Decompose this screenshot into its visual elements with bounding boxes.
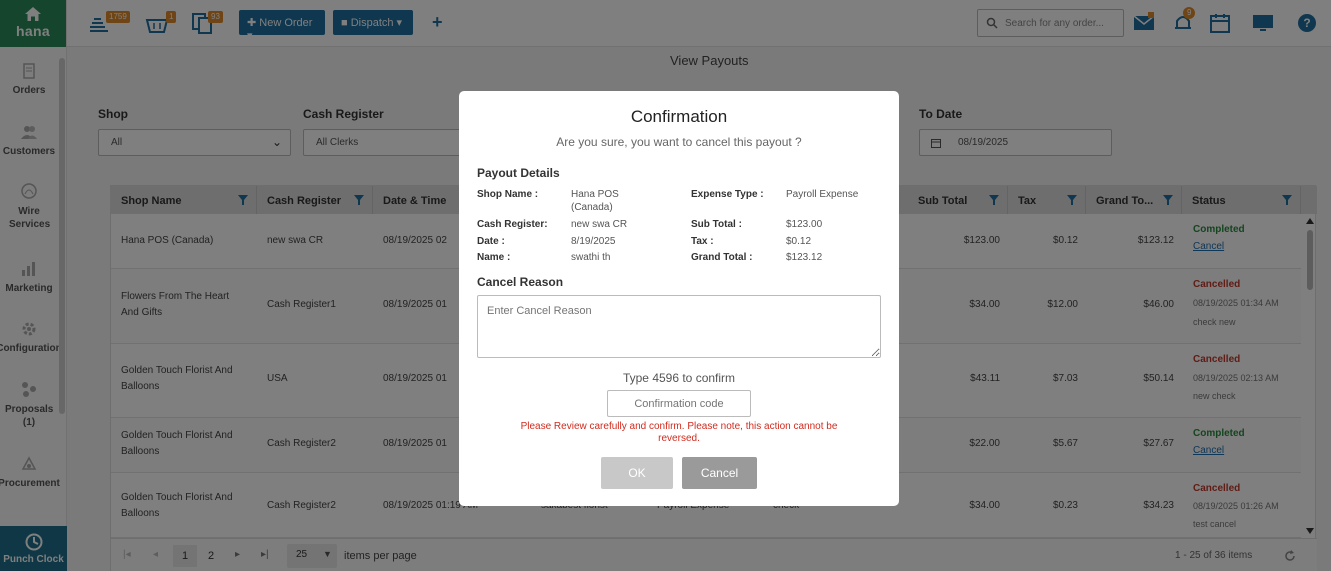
shop-name-label: Shop Name : [477, 189, 539, 200]
expense-type-value: Payroll Expense [786, 189, 859, 200]
date-value: 8/19/2025 [571, 236, 616, 247]
name-value: swathi th [571, 252, 611, 263]
sub-total-value: $123.00 [786, 219, 823, 230]
warning-text: Please Review carefully and confirm. Ple… [520, 421, 838, 444]
ok-button[interactable]: OK [601, 457, 673, 489]
sub-total-label: Sub Total : [691, 219, 742, 230]
confirm-prompt: Type 4596 to confirm [622, 371, 736, 385]
cancel-button[interactable]: Cancel [682, 457, 757, 489]
name-label: Name : [477, 252, 511, 263]
register-value: new swa CR [571, 219, 628, 230]
tax-label: Tax : [691, 236, 714, 247]
expense-type-label: Expense Type : [691, 189, 764, 200]
shop-name-value: Hana POS (Canada) [571, 189, 619, 213]
confirmation-dialog: Confirmation Are you sure, you want to c… [459, 91, 899, 506]
tax-value: $0.12 [786, 236, 812, 247]
register-label: Cash Register: [477, 219, 548, 230]
grand-total-value: $123.12 [786, 252, 823, 263]
payout-details-heading: Payout Details [477, 166, 560, 180]
date-label: Date : [477, 236, 505, 247]
dialog-subtitle: Are you sure, you want to cancel this pa… [556, 135, 802, 149]
grand-total-label: Grand Total : [691, 252, 753, 263]
dialog-title: Confirmation [630, 107, 728, 126]
confirmation-code-input[interactable] [607, 390, 751, 417]
cancel-reason-label: Cancel Reason [477, 275, 564, 289]
cancel-reason-textarea[interactable] [477, 295, 881, 358]
